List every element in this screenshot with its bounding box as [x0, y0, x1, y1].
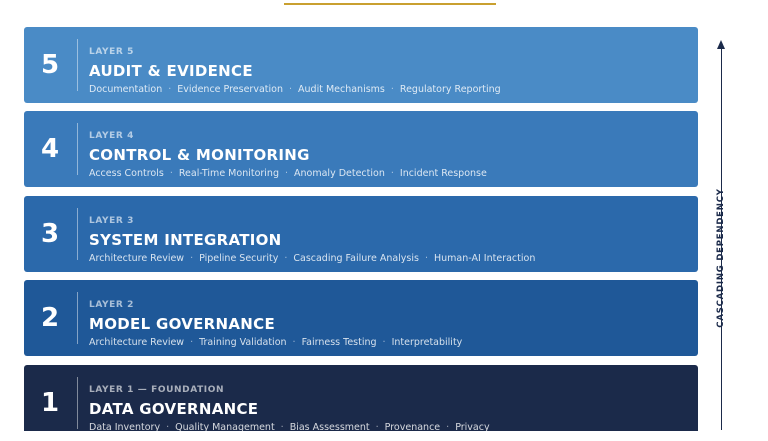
- layer-title: SYSTEM INTEGRATION: [89, 231, 282, 249]
- layer-item: Evidence Preservation: [177, 84, 283, 95]
- layer-item: Regulatory Reporting: [399, 84, 501, 95]
- layer-items: Architecture Review · Training Validation ·…: [89, 337, 462, 348]
- layer-item: Privacy: [455, 422, 490, 433]
- layer-item: Interpretability: [391, 337, 463, 348]
- item-separator: ·: [292, 337, 296, 348]
- layer-item: Cascading Failure Analysis: [293, 253, 419, 264]
- layer-4-block: 4 LAYER 4 CONTROL & MONITORING Access Co…: [24, 111, 698, 187]
- layer-kicker: LAYER 4: [89, 131, 135, 141]
- cascading-dependency-label: CASCADING DEPENDENCY: [716, 188, 726, 328]
- layer-title: CONTROL & MONITORING: [89, 146, 310, 164]
- item-separator: ·: [169, 168, 173, 179]
- item-separator: ·: [288, 84, 293, 95]
- item-separator: ·: [168, 84, 172, 95]
- layer-number: 1: [40, 388, 60, 418]
- layer-items: Architecture Review · Pipeline Security · Ca…: [89, 253, 535, 264]
- layer-number: 5: [40, 50, 60, 80]
- layer-5-block: 5 LAYER 5 AUDIT & EVIDENCE Documentation…: [24, 27, 698, 103]
- layer-3-block: 3 LAYER 3 SYSTEM INTEGRATION Architectur…: [24, 196, 698, 272]
- item-separator: ·: [424, 253, 428, 264]
- layer-number: 4: [40, 134, 60, 164]
- layer-items: Data Inventory · Quality Management · Bias A…: [89, 422, 490, 433]
- dependency-indicator: CASCADING DEPENDENCY: [706, 38, 736, 430]
- layer-divider: [77, 377, 78, 429]
- top-accent-rule: [284, 3, 496, 5]
- layer-divider: [77, 39, 78, 91]
- item-separator: ·: [390, 84, 394, 95]
- layer-item: Real-Time Monitoring: [178, 168, 279, 179]
- item-separator: ·: [166, 422, 170, 433]
- layer-number: 3: [40, 219, 60, 249]
- layer-item: Bias Assessment: [289, 422, 370, 433]
- layer-item: Documentation: [89, 84, 163, 95]
- layer-item: Training Validation: [199, 337, 287, 348]
- item-separator: ·: [284, 168, 289, 179]
- layer-divider: [77, 292, 78, 344]
- layer-title: AUDIT & EVIDENCE: [89, 62, 253, 80]
- layer-title: MODEL GOVERNANCE: [89, 315, 275, 333]
- layer-item: Audit Mechanisms: [298, 84, 385, 95]
- layer-title: DATA GOVERNANCE: [89, 400, 259, 418]
- layer-item: Fairness Testing: [301, 337, 377, 348]
- item-separator: ·: [190, 253, 194, 264]
- layer-item: Pipeline Security: [199, 253, 279, 264]
- layer-kicker: LAYER 3: [89, 216, 135, 226]
- layer-2-block: 2 LAYER 2 MODEL GOVERNANCE Architecture …: [24, 280, 698, 356]
- layer-item: Data Inventory: [89, 422, 161, 433]
- item-separator: ·: [190, 337, 194, 348]
- item-separator: ·: [280, 422, 284, 433]
- layer-item: Human-AI Interaction: [434, 253, 536, 264]
- layer-item: Anomaly Detection: [294, 168, 385, 179]
- item-separator: ·: [375, 422, 379, 433]
- layer-item: Architecture Review: [89, 253, 185, 264]
- layer-item: Provenance: [384, 422, 441, 433]
- item-separator: ·: [446, 422, 450, 433]
- item-separator: ·: [390, 168, 394, 179]
- layer-kicker: LAYER 1 — FOUNDATION: [89, 385, 225, 395]
- layer-item: Incident Response: [399, 168, 487, 179]
- layer-1-block: 1 LAYER 1 — FOUNDATION DATA GOVERNANCE D…: [24, 365, 698, 433]
- layer-items: Access Controls · Real-Time Monitoring · Ano…: [89, 168, 487, 179]
- layer-number: 2: [40, 303, 60, 333]
- layer-kicker: LAYER 5: [89, 47, 135, 57]
- layer-divider: [77, 208, 78, 260]
- item-separator: ·: [284, 253, 288, 264]
- layer-items: Documentation · Evidence Preservation · Audi…: [89, 84, 501, 95]
- layer-item: Quality Management: [175, 422, 275, 433]
- item-separator: ·: [382, 337, 386, 348]
- layer-item: Architecture Review: [89, 337, 185, 348]
- layer-item: Access Controls: [89, 168, 164, 179]
- layer-kicker: LAYER 2: [89, 300, 135, 310]
- layer-divider: [77, 123, 78, 175]
